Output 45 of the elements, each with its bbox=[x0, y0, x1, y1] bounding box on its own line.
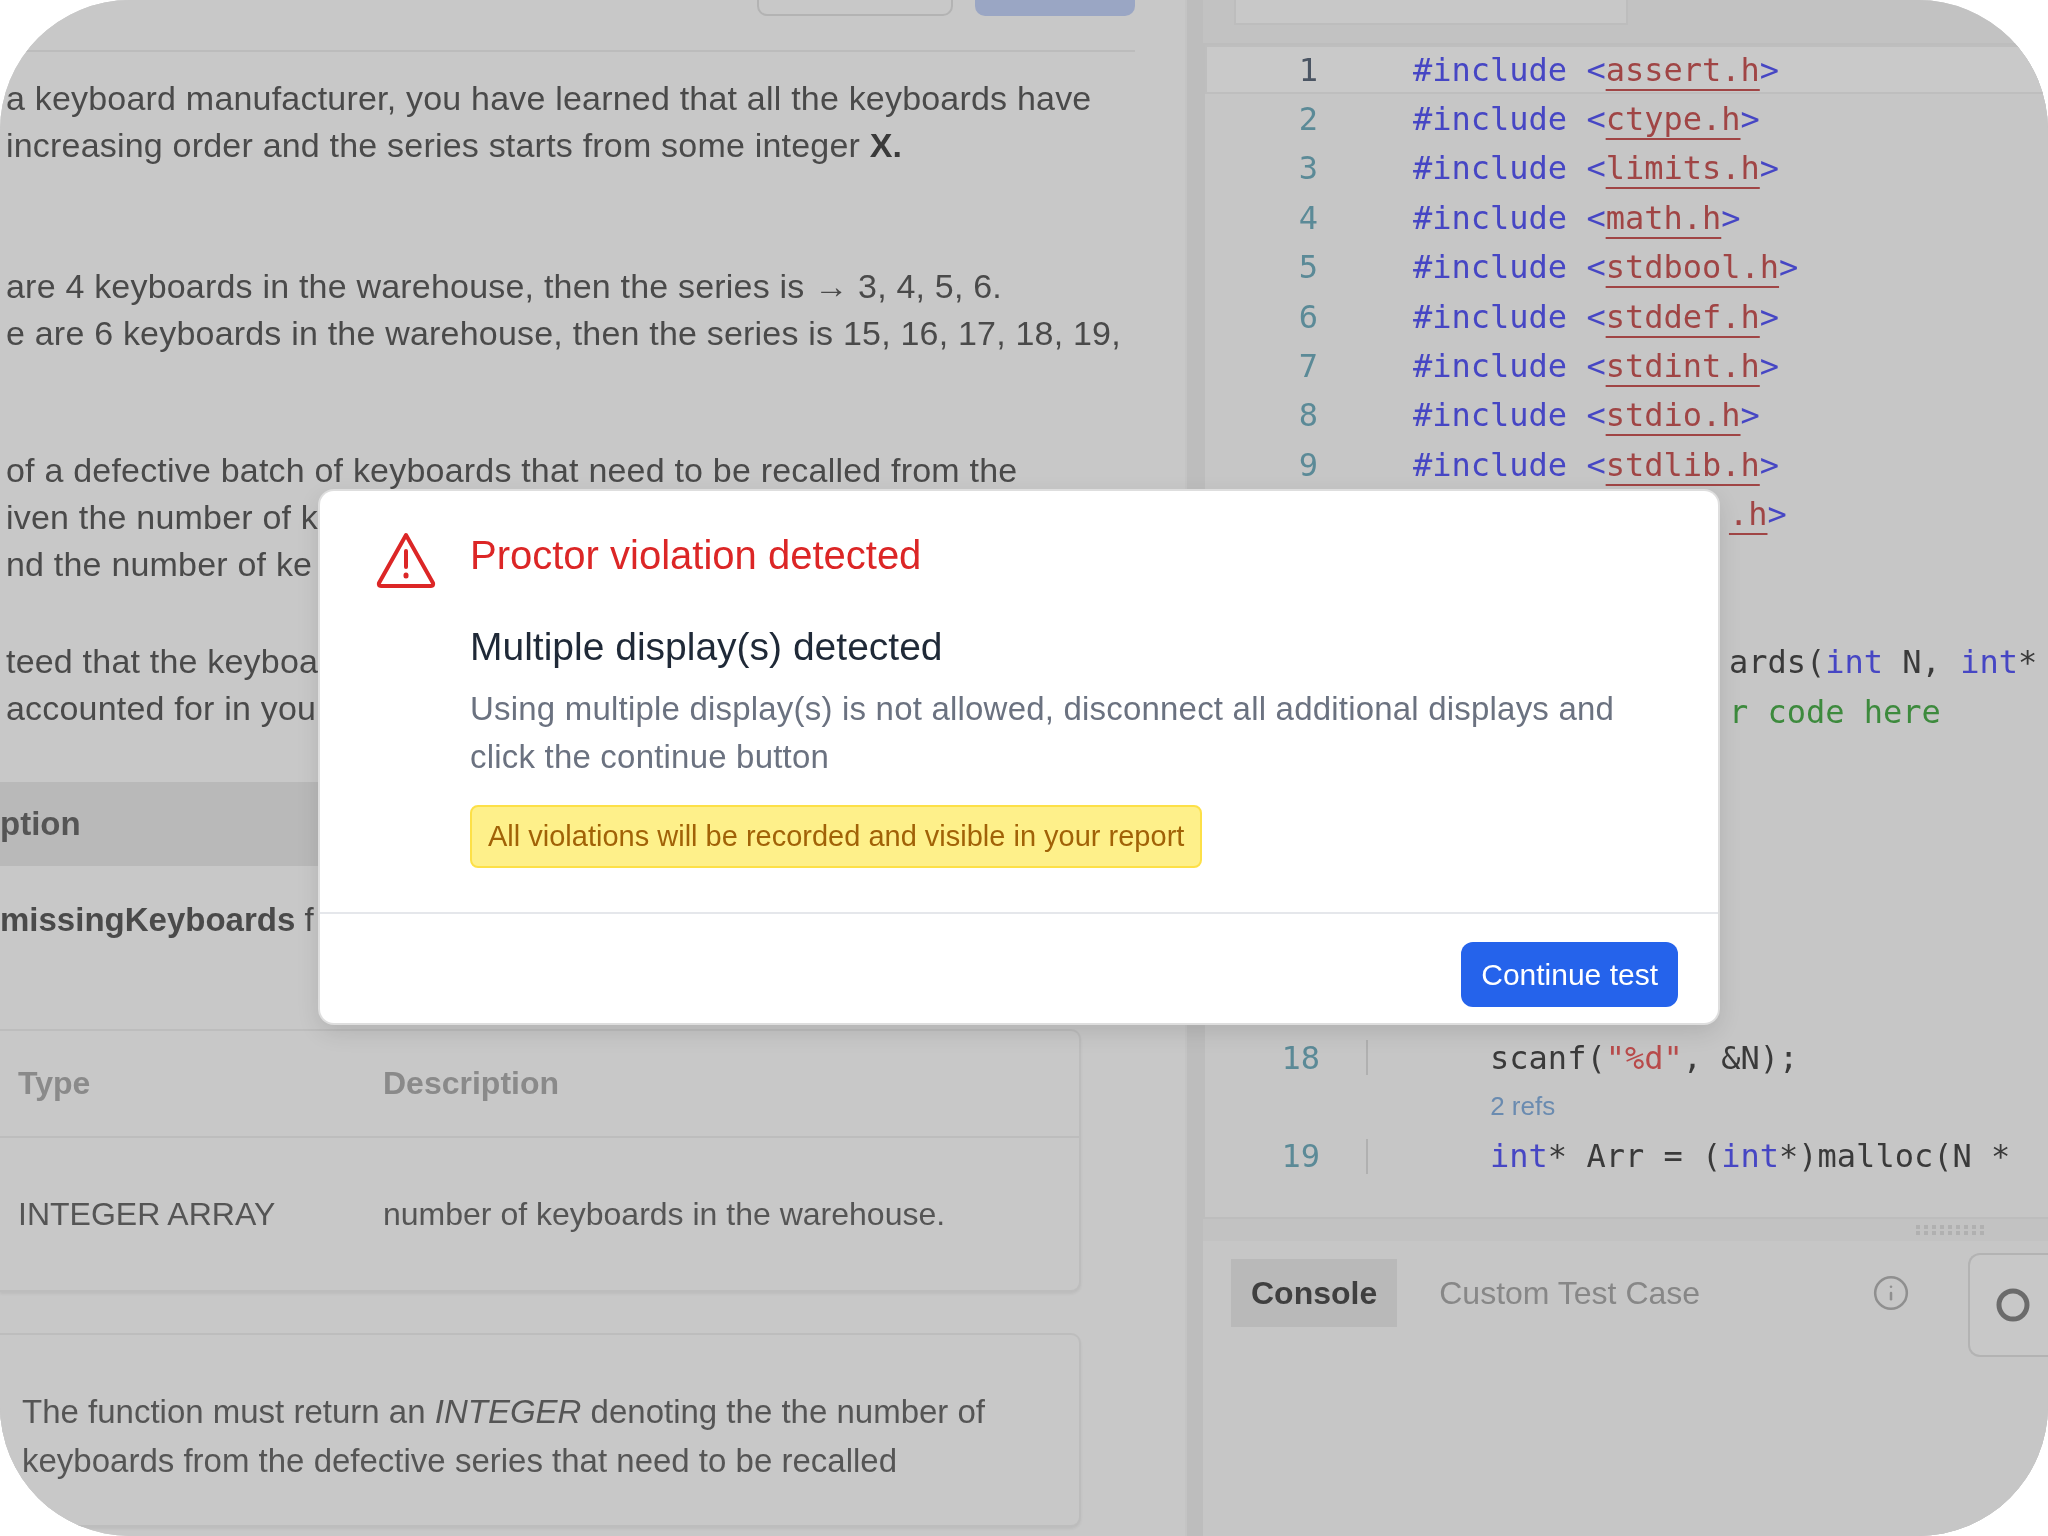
code-text: #include <stdbool.h> bbox=[1413, 248, 1799, 287]
code-text: #include <stddef.h> bbox=[1413, 297, 1780, 336]
dialog-title: Proctor violation detected bbox=[470, 532, 922, 579]
statement-line: of a defective batch of keyboards that need to be recalled from the bbox=[5, 450, 1018, 491]
statement-line: iven the number of k bbox=[5, 497, 319, 538]
return-description: The function must return an INTEGER denoting the the number of keyboards from the defective series that need to be recalled bbox=[21, 1392, 987, 1481]
code-text: #include <stdint.h> bbox=[1413, 347, 1780, 386]
warning-notice: All violations will be recorded and visible in your report bbox=[470, 805, 1203, 868]
statement-line: are 4 keyboards in the warehouse, then the series is → 3, 4, 5, 6. bbox=[5, 266, 1002, 307]
table-cell-text: INTEGER ARRAY bbox=[17, 1195, 277, 1233]
line-number: 8 bbox=[1298, 396, 1318, 435]
code-text: .h> bbox=[1728, 495, 1787, 534]
table-cell-text: number of keyboards in the warehouse. bbox=[382, 1195, 947, 1233]
statement-line: nd the number of ke bbox=[5, 544, 313, 585]
statement-line: a keyboard manufacturer, you have learned that all the keyboards have bbox=[5, 78, 1092, 119]
code-text: #include <ctype.h> bbox=[1413, 100, 1760, 139]
function-signature-text: missingKeyboards f bbox=[0, 900, 314, 940]
statement-line: e are 6 keyboards in the warehouse, then the series is 15, 16, 17, 18, 19, bbox=[5, 313, 1121, 354]
statement-line: accounted for in you bbox=[5, 688, 317, 729]
dialog-message: Using multiple display(s) is not allowed, disconnect all additional displays and click the continue button bbox=[470, 689, 1616, 777]
dialog-heading: Multiple display(s) detected bbox=[470, 624, 943, 670]
line-number: 3 bbox=[1298, 149, 1318, 188]
line-number: 7 bbox=[1298, 347, 1318, 386]
line-number: 19 bbox=[1281, 1137, 1320, 1176]
line-number: 9 bbox=[1298, 445, 1318, 484]
code-text: #include <stdio.h> bbox=[1413, 396, 1760, 435]
code-text: #include <assert.h> bbox=[1413, 50, 1780, 89]
column-header: Type bbox=[17, 1065, 92, 1102]
code-text: #include <limits.h> bbox=[1413, 149, 1780, 188]
line-number: 6 bbox=[1298, 297, 1318, 336]
line-number: 2 bbox=[1298, 100, 1318, 139]
line-number: 5 bbox=[1298, 248, 1318, 287]
statement-line: teed that the keyboa bbox=[5, 641, 319, 682]
section-title: ption bbox=[0, 805, 81, 843]
line-number: 1 bbox=[1298, 50, 1318, 89]
column-header: Description bbox=[382, 1065, 561, 1102]
code-text: r code here bbox=[1728, 692, 1941, 731]
line-number: 4 bbox=[1298, 198, 1318, 237]
code-text: ards(int N, int* bbox=[1728, 643, 2038, 682]
code-text: #include <math.h> bbox=[1413, 198, 1741, 237]
code-text: #include <stdlib.h> bbox=[1413, 445, 1780, 484]
code-text: scanf("%d", &N); bbox=[1490, 1038, 1799, 1077]
code-text: int* Arr = (int*)malloc(N * bbox=[1490, 1137, 2011, 1176]
line-number: 18 bbox=[1281, 1038, 1320, 1077]
statement-line: increasing order and the series starts from some integer X. bbox=[5, 125, 903, 166]
